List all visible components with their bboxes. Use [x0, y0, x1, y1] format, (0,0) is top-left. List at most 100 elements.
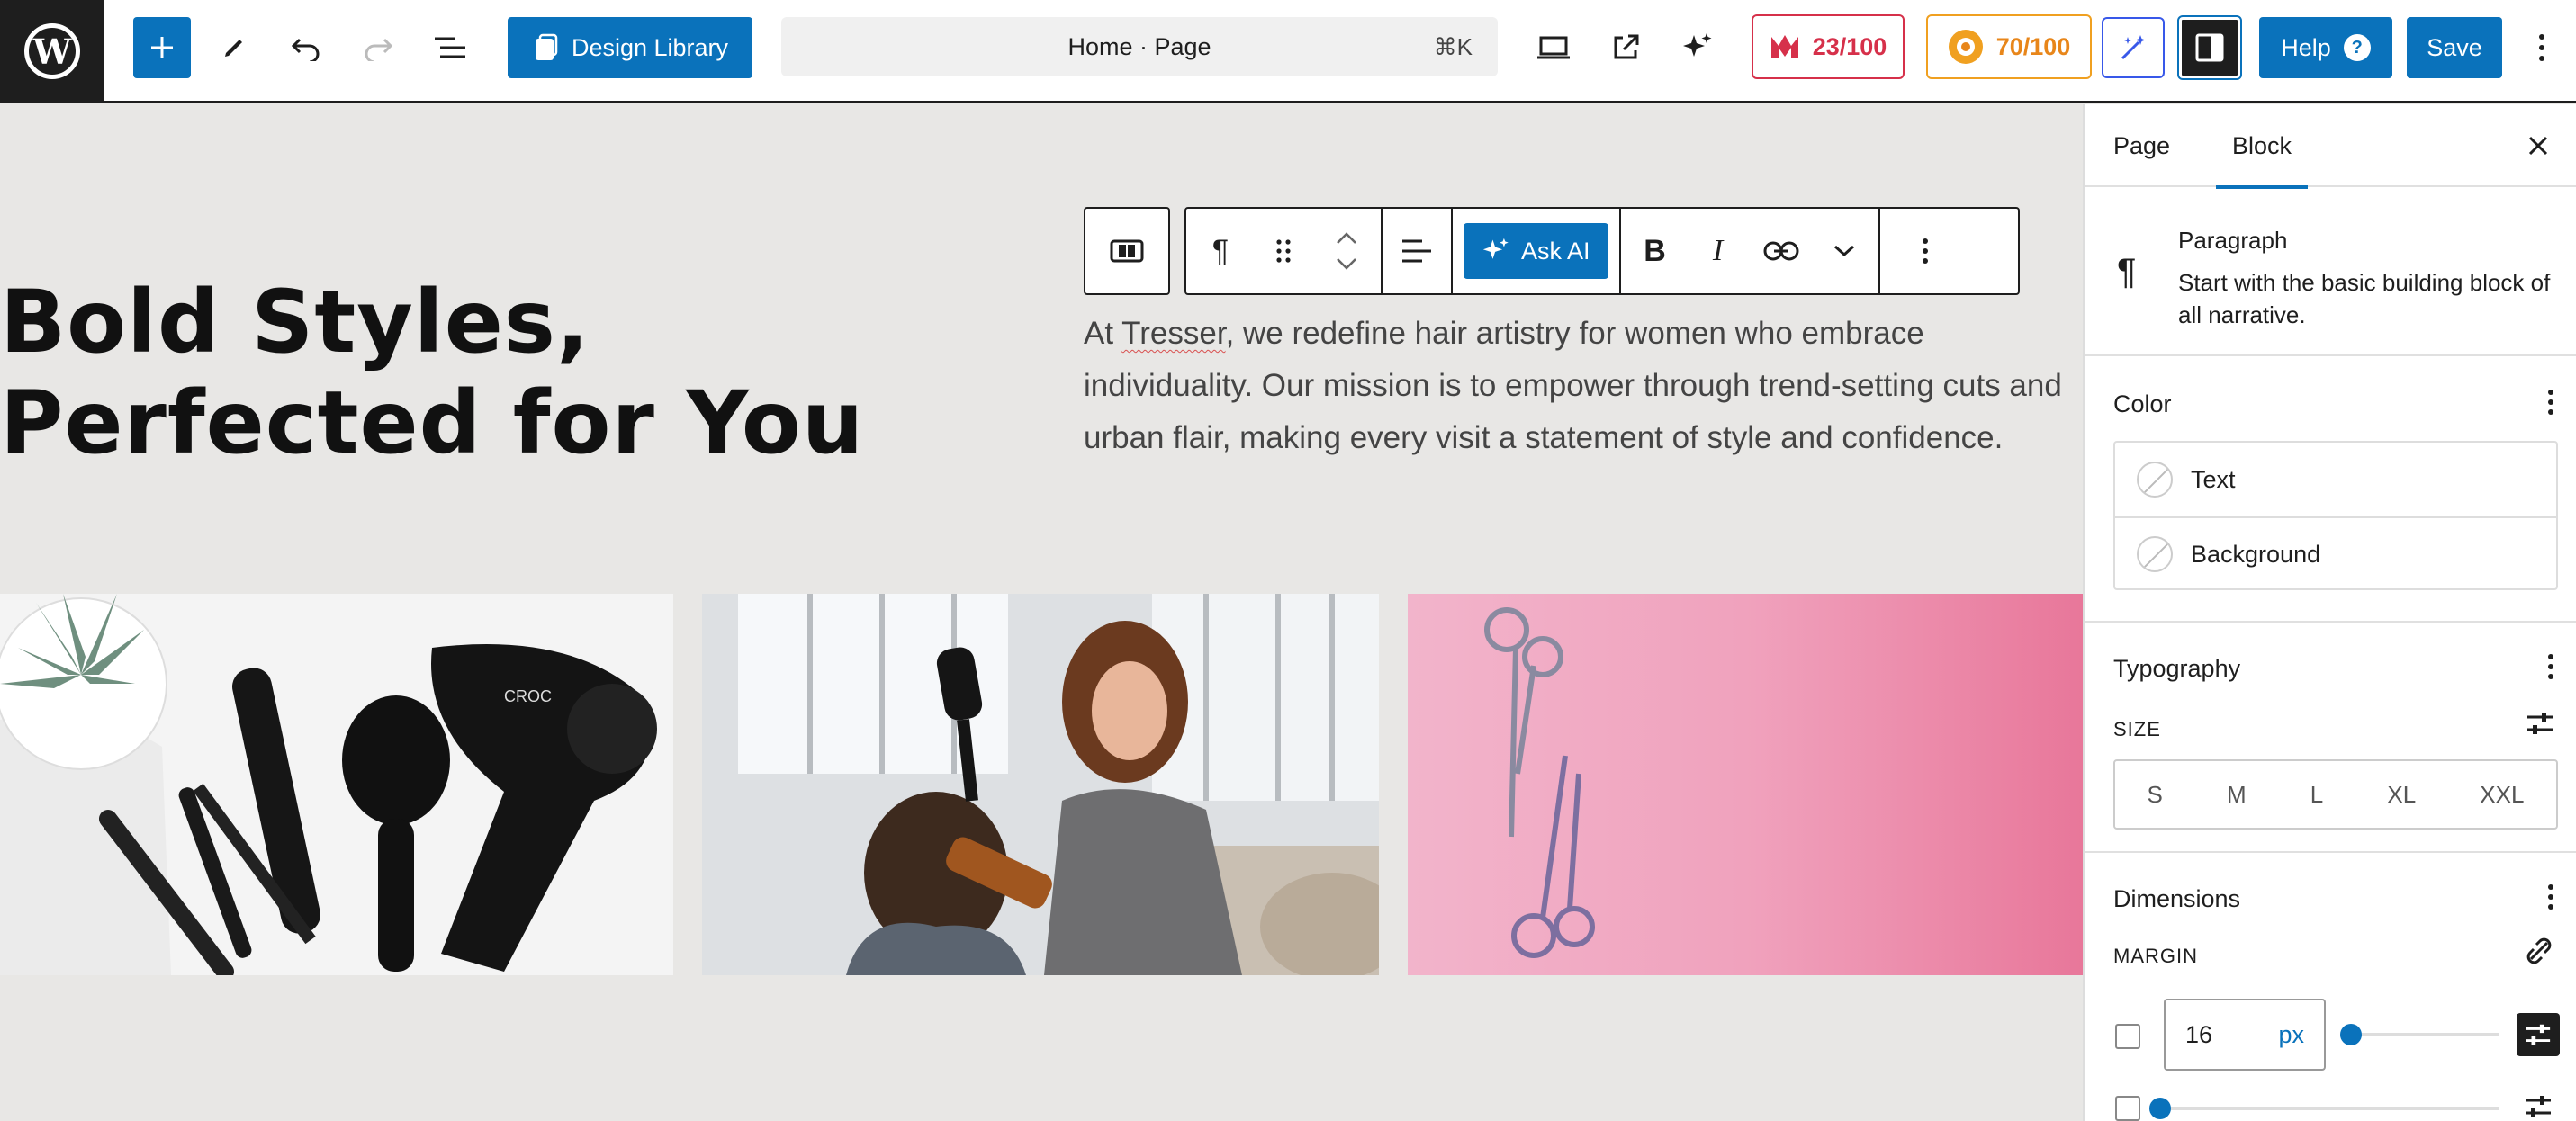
save-button[interactable]: Save: [2407, 17, 2502, 78]
dimensions-panel-title: Dimensions: [2113, 885, 2241, 912]
move-up-down-icon[interactable]: [1323, 228, 1370, 274]
command-palette-bar[interactable]: Home · Page ⌘K: [781, 17, 1498, 76]
size-option-s[interactable]: S: [2148, 781, 2163, 809]
pencil-icon: [225, 40, 242, 57]
margin-bottom-custom-button[interactable]: [2524, 1092, 2553, 1121]
margin-bottom-slider-track[interactable]: [2160, 1107, 2499, 1110]
background-color-option[interactable]: Background: [2115, 516, 2556, 590]
seo-score-badge[interactable]: 23/100: [1752, 14, 1905, 79]
ask-ai-label: Ask AI: [1521, 237, 1590, 265]
gallery-image-hair-tools[interactable]: CROC: [0, 594, 673, 975]
margin-top-slider-thumb[interactable]: [2340, 1024, 2362, 1045]
design-library-button[interactable]: Design Library: [508, 17, 752, 78]
settings-sidebar-toggle[interactable]: [2177, 15, 2242, 80]
preview-button[interactable]: [1525, 17, 1582, 78]
tab-block[interactable]: Block: [2216, 104, 2308, 189]
readability-score: 70/100: [1995, 32, 2071, 60]
desktop-icon: [1537, 36, 1570, 59]
unlink-sides-button[interactable]: [2524, 936, 2554, 971]
margin-top-input[interactable]: 16 px: [2164, 999, 2326, 1071]
size-option-l[interactable]: L: [2310, 781, 2323, 809]
paragraph-icon[interactable]: ¶: [1197, 228, 1244, 274]
dimensions-options-button[interactable]: [2547, 883, 2554, 915]
ai-writer-button[interactable]: [2102, 17, 2165, 78]
block-name: Paragraph: [2178, 227, 2288, 254]
more-vertical-icon[interactable]: [1902, 228, 1949, 274]
undo-button[interactable]: [277, 17, 335, 78]
hero-heading[interactable]: Bold Styles, Perfected for You: [0, 272, 1017, 473]
empty-swatch-icon: [2137, 462, 2173, 498]
ai-assistant-button[interactable]: [1669, 17, 1726, 78]
hero-paragraph[interactable]: At Tresser, we redefine hair artistry fo…: [1084, 308, 2083, 464]
gallery-image-scissors[interactable]: [1408, 594, 2083, 975]
bold-icon[interactable]: B: [1632, 228, 1679, 274]
undo-icon: [291, 38, 320, 61]
document-title: Home · Page: [1067, 32, 1211, 60]
gallery-image-salon[interactable]: [702, 594, 1379, 975]
block-toolbar: ¶ Ask AI B I: [1184, 207, 2020, 295]
list-view-icon: [435, 37, 465, 58]
close-sidebar-button[interactable]: [2517, 124, 2560, 167]
external-link-icon: [1614, 34, 1639, 59]
margin-bottom-slider-thumb[interactable]: [2149, 1098, 2171, 1119]
wordpress-icon: W: [24, 23, 80, 79]
block-type-group: ¶: [1186, 209, 1383, 293]
more-vertical-icon: [2548, 654, 2553, 679]
redo-button[interactable]: [349, 17, 407, 78]
sidebar-tabs: Page Block: [2085, 104, 2576, 189]
chevron-down-icon[interactable]: [1821, 228, 1868, 274]
options-button[interactable]: [2520, 17, 2563, 78]
settings-sliders-icon: [2526, 1096, 2551, 1117]
typography-panel: Typography SIZE S M L XL XXL: [2085, 623, 2576, 853]
command-shortcut: ⌘K: [1433, 32, 1473, 60]
more-vertical-icon: [2548, 884, 2553, 910]
link-icon[interactable]: [1758, 228, 1805, 274]
empty-swatch-icon: [2137, 536, 2173, 572]
color-options-button[interactable]: [2547, 389, 2554, 420]
align-group: [1383, 209, 1453, 293]
redo-icon: [365, 38, 393, 61]
select-parent-block-button[interactable]: [1084, 207, 1170, 295]
size-option-xxl[interactable]: XXL: [2480, 781, 2524, 809]
margin-value: 16: [2185, 1020, 2213, 1048]
tab-page[interactable]: Page: [2113, 104, 2170, 187]
options-group: [1880, 209, 1970, 293]
library-icon: [535, 33, 558, 60]
size-option-xl[interactable]: XL: [2387, 781, 2416, 809]
help-button[interactable]: Help ?: [2259, 17, 2392, 78]
sparkle-icon: [1683, 33, 1712, 57]
color-panel: Color Text Background: [2085, 356, 2576, 623]
color-options-list: Text Background: [2113, 441, 2558, 590]
editor-toolbar: W Design Library Home · Page ⌘K 23/100 7…: [0, 0, 2576, 103]
margin-top-side-icon: [2115, 1024, 2140, 1049]
text-color-label: Text: [2191, 465, 2236, 493]
format-group: B I: [1621, 209, 1880, 293]
help-label: Help: [2281, 33, 2331, 61]
custom-size-button[interactable]: [2526, 709, 2554, 742]
magic-wand-icon: [2121, 35, 2146, 60]
question-icon: ?: [2343, 34, 2371, 61]
typography-options-button[interactable]: [2547, 653, 2554, 685]
text-color-option[interactable]: Text: [2115, 443, 2556, 516]
margin-custom-value-button[interactable]: [2517, 1013, 2560, 1056]
ask-ai-group: Ask AI: [1453, 209, 1621, 293]
more-vertical-icon: [2548, 390, 2553, 415]
ask-ai-button[interactable]: Ask AI: [1464, 223, 1608, 279]
align-left-icon[interactable]: [1393, 228, 1440, 274]
wordpress-logo[interactable]: W: [0, 0, 104, 103]
size-option-m[interactable]: M: [2227, 781, 2247, 809]
tools-button[interactable]: [205, 17, 263, 78]
readability-score-badge[interactable]: 70/100: [1926, 14, 2092, 79]
brand-name: Tresser: [1121, 316, 1226, 351]
size-label: SIZE: [2113, 718, 2161, 740]
add-block-button[interactable]: [133, 17, 191, 78]
margin-unit-select[interactable]: px: [2278, 1021, 2304, 1049]
italic-icon[interactable]: I: [1695, 228, 1742, 274]
background-color-label: Background: [2191, 540, 2321, 568]
typography-panel-title: Typography: [2113, 655, 2241, 682]
margin-top-slider-track[interactable]: [2351, 1033, 2499, 1036]
view-page-button[interactable]: [1597, 17, 1654, 78]
drag-handle-icon[interactable]: [1260, 228, 1307, 274]
unlink-icon: [2526, 937, 2552, 964]
document-overview-button[interactable]: [421, 17, 479, 78]
